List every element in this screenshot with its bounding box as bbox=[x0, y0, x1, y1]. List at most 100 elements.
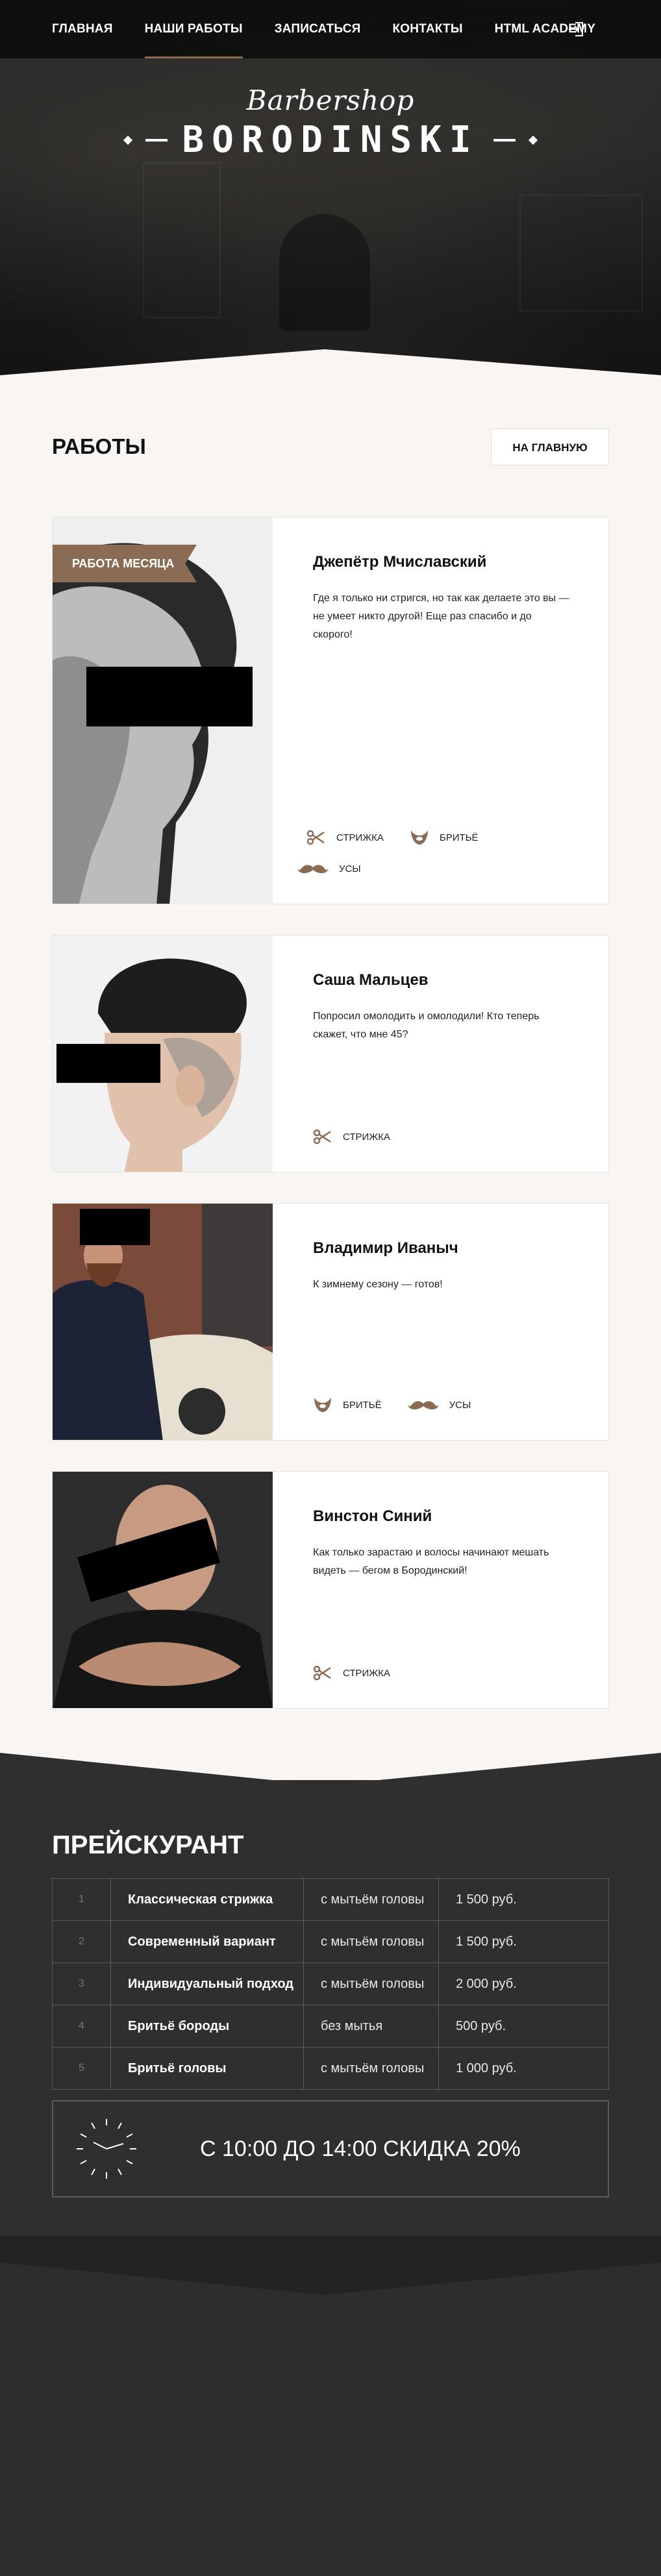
price-table: 1 Классическая стрижка с мытьём головы 1… bbox=[52, 1878, 609, 2090]
diamond-ornament bbox=[123, 135, 133, 145]
nav-item-home[interactable]: ГЛАВНАЯ bbox=[52, 0, 113, 58]
service-label: СТРИЖКА bbox=[343, 1667, 390, 1679]
client-review: Как только зарастаю и волосы начинают ме… bbox=[313, 1547, 549, 1576]
discount-text: С 10:00 ДО 14:00 СКИДКА 20% bbox=[200, 2136, 521, 2161]
service-wash: с мытьём головы bbox=[303, 1920, 439, 1963]
service-label: УСЫ bbox=[339, 863, 361, 874]
clock-icon bbox=[77, 2119, 136, 2179]
footer-columns: БАРБЕРШОП «БОРОДИНСКИЙ» г. Санкт-Петербу… bbox=[52, 2331, 609, 2436]
brand-name: BORODINSKI bbox=[182, 119, 479, 161]
social-instagram[interactable] bbox=[423, 2499, 609, 2576]
dash-ornament bbox=[493, 138, 516, 142]
service-list: БРИТЬЁ УСЫ bbox=[313, 1389, 569, 1420]
service-haircut: СТРИЖКА bbox=[313, 1657, 390, 1689]
row-number: 2 bbox=[52, 1920, 111, 1963]
row-number: 3 bbox=[52, 1963, 111, 2005]
mustache-icon bbox=[297, 865, 329, 874]
work-card: Владимир Иваныч К зимнему сезону — готов… bbox=[52, 1203, 609, 1441]
service-wash: с мытьём головы bbox=[303, 1963, 439, 2005]
row-number: 1 bbox=[52, 1878, 111, 1921]
service-wash: без мытья bbox=[303, 2005, 439, 2048]
table-row: 2 Современный вариант с мытьём головы 1 … bbox=[52, 1920, 609, 1963]
nav-item-works[interactable]: НАШИ РАБОТЫ bbox=[144, 0, 243, 58]
page-footer: БАРБЕРШОП «БОРОДИНСКИЙ» г. Санкт-Петербу… bbox=[0, 2236, 661, 2576]
service-mustache: УСЫ bbox=[407, 1389, 471, 1420]
work-body: Саша Мальцев Попросил омолодить и омолод… bbox=[273, 935, 608, 1172]
nav-item-contacts[interactable]: КОНТАКТЫ bbox=[393, 0, 463, 58]
price-title: ПРЕЙСКУРАНТ bbox=[52, 1831, 244, 1859]
instagram-icon bbox=[502, 2523, 530, 2552]
social-vk[interactable] bbox=[52, 2499, 238, 2576]
client-name: Джепётр Мчиславский bbox=[313, 553, 487, 571]
service-wash: с мытьём головы bbox=[303, 2047, 439, 2090]
client-name: Винстон Синий bbox=[313, 1507, 432, 1525]
vk-icon bbox=[132, 2523, 158, 2552]
discount-banner: С 10:00 ДО 14:00 СКИДКА 20% bbox=[52, 2100, 609, 2198]
price-section: ПРЕЙСКУРАНТ 1 Классическая стрижка с мыт… bbox=[0, 1753, 661, 2236]
service-price: 1 500 руб. bbox=[438, 1878, 609, 1921]
censor-bar bbox=[80, 1209, 150, 1245]
service-list: СТРИЖКА БРИТЬЁ УСЫ bbox=[297, 822, 569, 884]
social-links bbox=[52, 2498, 609, 2576]
footer-address: г. Санкт-Петербург, ул. Большая Конюшенн… bbox=[52, 2383, 326, 2396]
social-facebook[interactable] bbox=[238, 2499, 424, 2576]
censor-bar bbox=[86, 667, 253, 726]
service-name: Индивидуальный подход bbox=[110, 1963, 304, 2005]
work-body: Владимир Иваныч К зимнему сезону — готов… bbox=[273, 1204, 608, 1440]
works-title: РАБОТЫ bbox=[52, 434, 146, 458]
service-name: Классическая стрижка bbox=[110, 1878, 304, 1921]
row-number: 4 bbox=[52, 2005, 111, 2048]
page-header: ГЛАВНАЯ НАШИ РАБОТЫ ЗАПИСАТЬСЯ КОНТАКТЫ … bbox=[0, 0, 661, 383]
footer-contacts: БАРБЕРШОП «БОРОДИНСКИЙ» г. Санкт-Петербу… bbox=[52, 2331, 325, 2436]
scissors-icon bbox=[306, 830, 325, 845]
developer-label: Разработано: bbox=[507, 2350, 581, 2363]
service-name: Бритьё бороды bbox=[110, 2005, 304, 2048]
service-shave: БРИТЬЁ bbox=[410, 822, 479, 853]
client-name: Саша Мальцев bbox=[313, 971, 429, 989]
table-row: 4 Бритьё бороды без мытья 500 руб. bbox=[52, 2005, 609, 2048]
service-haircut: СТРИЖКА bbox=[306, 822, 384, 853]
client-review: Попросил омолодить и омолодили! Кто тепе… bbox=[313, 1011, 540, 1040]
work-photo bbox=[53, 935, 273, 1172]
login-icon[interactable] bbox=[567, 21, 584, 38]
service-label: УСЫ bbox=[449, 1399, 471, 1411]
client-name: Владимир Иваныч bbox=[313, 1239, 458, 1257]
censor-bar bbox=[56, 1044, 160, 1083]
service-label: СТРИЖКА bbox=[336, 832, 384, 843]
dash-ornament bbox=[145, 138, 168, 142]
work-photo bbox=[53, 1204, 273, 1440]
background-chair bbox=[279, 214, 370, 331]
work-card: Винстон Синий Как только зарастаю и воло… bbox=[52, 1471, 609, 1709]
service-name: Бритьё головы bbox=[110, 2047, 304, 2090]
mustache-icon bbox=[407, 1401, 439, 1410]
service-price: 1 000 руб. bbox=[438, 2047, 609, 2090]
service-label: БРИТЬЁ bbox=[343, 1399, 382, 1411]
service-shave: БРИТЬЁ bbox=[313, 1389, 382, 1420]
work-body: Джепётр Мчиславский Где я только ни стри… bbox=[273, 517, 608, 904]
service-haircut: СТРИЖКА bbox=[313, 1121, 390, 1152]
home-button[interactable]: НА ГЛАВНУЮ bbox=[491, 428, 609, 465]
works-list: РАБОТА МЕСЯЦА Джепётр Мчиславский Где я … bbox=[52, 517, 609, 1709]
service-label: БРИТЬЁ bbox=[439, 832, 479, 843]
main-nav: ГЛАВНАЯ НАШИ РАБОТЫ ЗАПИСАТЬСЯ КОНТАКТЫ … bbox=[0, 0, 661, 58]
footer-developer: Разработано: HTML ACADEMY bbox=[479, 2350, 609, 2436]
work-photo: РАБОТА МЕСЯЦА bbox=[53, 517, 273, 904]
month-ribbon: РАБОТА МЕСЯЦА bbox=[53, 545, 197, 582]
portrait-image bbox=[53, 1472, 273, 1708]
service-price: 2 000 руб. bbox=[438, 1963, 609, 2005]
brand-logo: Barbershop BORODINSKI bbox=[0, 84, 661, 161]
html-academy-link[interactable]: HTML ACADEMY bbox=[479, 2378, 609, 2420]
scissors-icon bbox=[313, 1129, 331, 1145]
facebook-icon bbox=[323, 2523, 338, 2553]
service-list: СТРИЖКА bbox=[313, 1657, 569, 1689]
table-row: 1 Классическая стрижка с мытьём головы 1… bbox=[52, 1878, 609, 1921]
service-list: СТРИЖКА bbox=[313, 1121, 569, 1152]
service-mustache: УСЫ bbox=[297, 853, 543, 884]
background-frame bbox=[143, 162, 221, 318]
scissors-icon bbox=[313, 1665, 331, 1681]
background-frame bbox=[519, 195, 643, 312]
work-body: Винстон Синий Как только зарастаю и воло… bbox=[273, 1472, 608, 1708]
table-row: 5 Бритьё головы с мытьём головы 1 000 ру… bbox=[52, 2047, 609, 2090]
beard-icon bbox=[410, 830, 428, 845]
nav-item-signup[interactable]: ЗАПИСАТЬСЯ bbox=[275, 0, 361, 58]
